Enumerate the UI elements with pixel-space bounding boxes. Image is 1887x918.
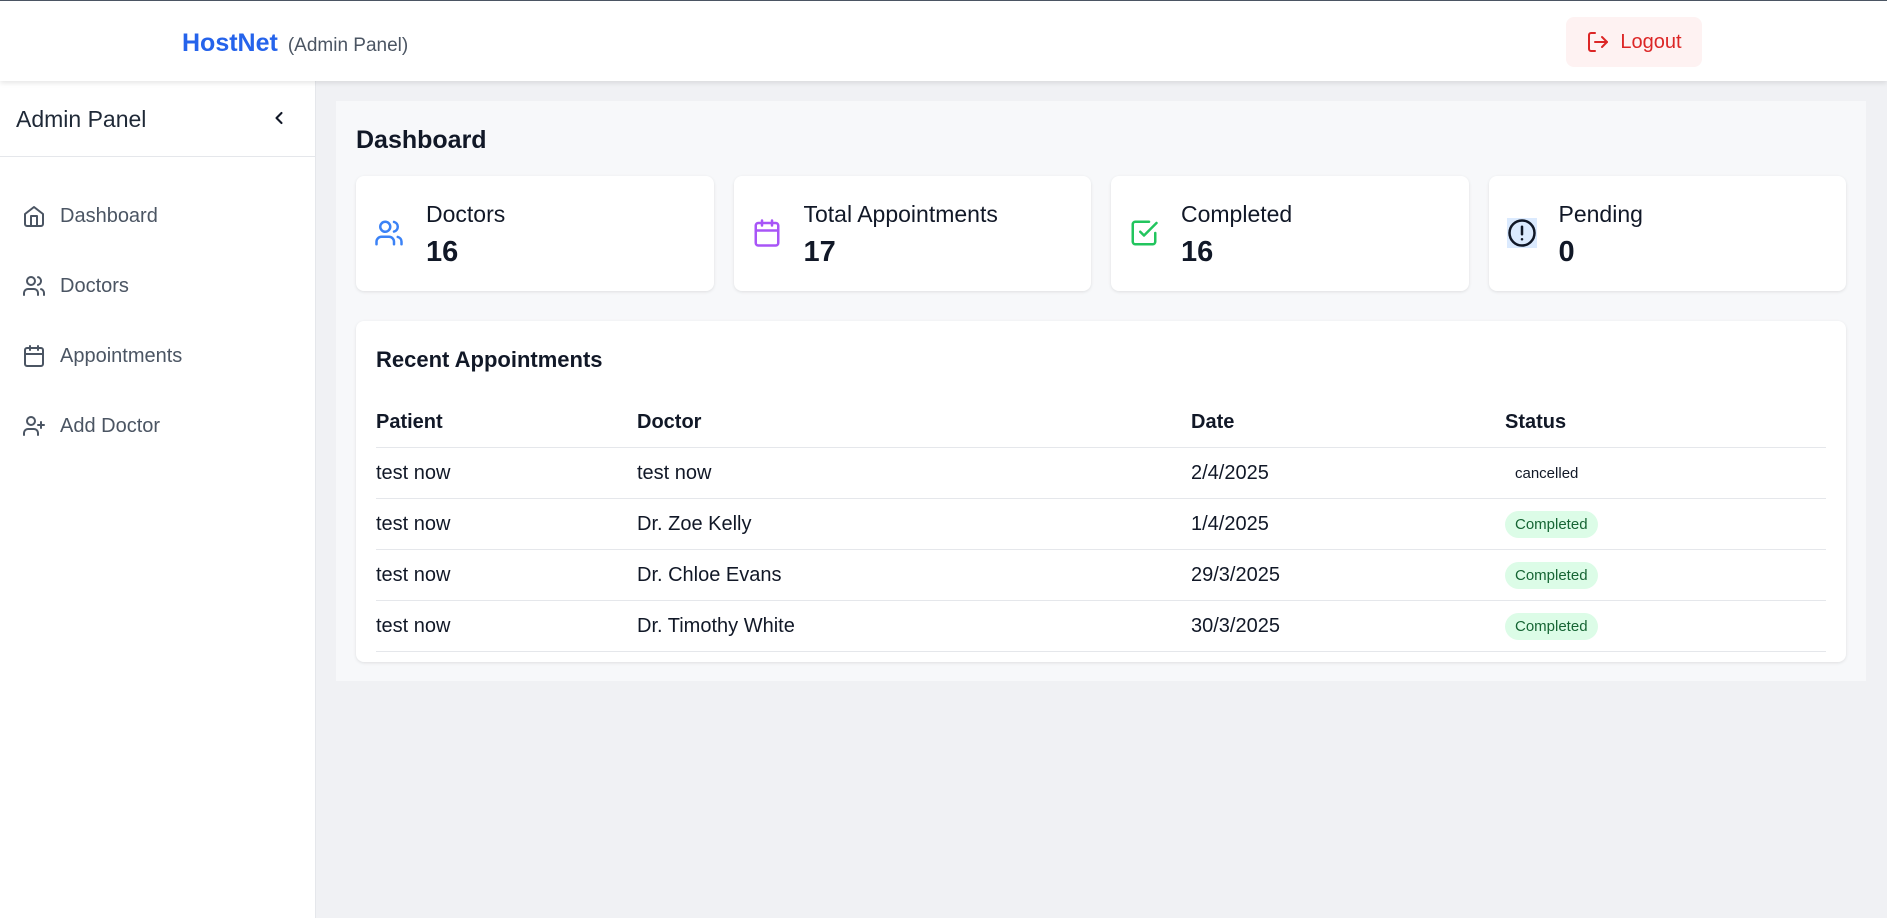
logout-label: Logout: [1620, 30, 1682, 53]
sidebar-item-dashboard[interactable]: Dashboard: [0, 193, 315, 239]
stat-label: Completed: [1181, 201, 1293, 227]
stat-value: 16: [1181, 236, 1214, 268]
cell-doctor: Dr. Timothy White: [637, 614, 795, 637]
sidebar-item-add-doctor[interactable]: Add Doctor: [0, 403, 315, 449]
sidebar-item-label: Add Doctor: [60, 414, 161, 437]
alert-circle-icon: [1506, 218, 1537, 248]
collapse-sidebar-button[interactable]: [266, 105, 292, 131]
cell-date: 29/3/2025: [1191, 563, 1280, 586]
cell-doctor: Dr. Chloe Evans: [637, 563, 782, 586]
status-badge: Completed: [1505, 612, 1598, 640]
logout-icon: [1588, 32, 1609, 52]
stat-card-doctors: Doctors 16: [356, 176, 714, 291]
table-row[interactable]: test now test now 2/4/2025 cancelled: [376, 448, 1826, 499]
recent-appointments-table: Patient Doctor Date Status test now test…: [376, 397, 1826, 652]
user-plus-icon: [23, 416, 45, 436]
stat-label: Pending: [1558, 201, 1643, 227]
calendar-icon: [754, 219, 779, 247]
cell-patient: test now: [376, 512, 451, 535]
stat-value: 16: [426, 236, 459, 268]
cell-patient: test now: [376, 461, 451, 484]
sidebar-item-label: Doctors: [60, 274, 129, 297]
recent-appointments-card: Recent Appointments Patient Doctor Date …: [356, 321, 1846, 662]
home-icon: [24, 206, 44, 227]
stat-card-completed: Completed 16: [1111, 176, 1469, 291]
cell-date: 1/4/2025: [1191, 512, 1269, 535]
table-row[interactable]: test now Dr. Zoe Kelly 1/4/2025 Complete…: [376, 499, 1826, 550]
column-header-doctor: Doctor: [637, 410, 702, 433]
table-header-row: Patient Doctor Date Status: [376, 397, 1826, 448]
page-title: Dashboard: [356, 126, 487, 154]
recent-appointments-title: Recent Appointments: [376, 347, 603, 372]
sidebar-item-label: Dashboard: [60, 204, 158, 227]
status-badge: Completed: [1505, 510, 1598, 538]
users-icon: [375, 220, 403, 246]
stat-label: Total Appointments: [803, 201, 998, 227]
sidebar-item-label: Appointments: [60, 344, 183, 367]
brand: HostNet (Admin Panel): [182, 29, 408, 58]
chevron-left-icon: [275, 111, 283, 125]
stat-value: 0: [1558, 236, 1575, 268]
table-row[interactable]: test now Dr. Timothy White 30/3/2025 Com…: [376, 601, 1826, 652]
brand-name[interactable]: HostNet: [182, 29, 278, 58]
stat-label: Doctors: [426, 201, 506, 227]
sidebar-title: Admin Panel: [16, 106, 147, 132]
brand-subtitle: (Admin Panel): [287, 35, 409, 56]
sidebar-header: Admin Panel: [0, 81, 315, 157]
cell-doctor: Dr. Zoe Kelly: [637, 512, 752, 535]
users-icon: [23, 276, 45, 296]
stat-card-total-appointments: Total Appointments 17: [733, 176, 1091, 291]
stat-card-pending: Pending 0: [1488, 176, 1846, 291]
cell-date: 2/4/2025: [1191, 461, 1269, 484]
sidebar-item-appointments[interactable]: Appointments: [0, 333, 315, 379]
top-bar: HostNet (Admin Panel) Logout: [0, 0, 1887, 81]
status-badge: Completed: [1505, 561, 1598, 589]
logout-button[interactable]: Logout: [1566, 17, 1702, 67]
status-badge: cancelled: [1515, 464, 1579, 482]
table-row[interactable]: test now Dr. Chloe Evans 29/3/2025 Compl…: [376, 550, 1826, 601]
stat-value: 17: [803, 236, 836, 268]
cell-patient: test now: [376, 563, 451, 586]
sidebar: Admin Panel Dashboard Doctors Appointmen…: [0, 81, 316, 918]
check-square-icon: [1131, 220, 1158, 246]
sidebar-nav: Dashboard Doctors Appointments Add Docto…: [0, 193, 315, 473]
calendar-icon: [24, 345, 44, 367]
cell-date: 30/3/2025: [1191, 614, 1280, 637]
cell-doctor: test now: [637, 461, 712, 484]
main-content: Dashboard Doctors 16 Total Appointments …: [336, 101, 1866, 681]
column-header-patient: Patient: [376, 410, 443, 433]
sidebar-item-doctors[interactable]: Doctors: [0, 263, 315, 309]
column-header-status: Status: [1505, 410, 1567, 433]
column-header-date: Date: [1191, 410, 1235, 433]
cell-patient: test now: [376, 614, 451, 637]
stats-row: Doctors 16 Total Appointments 17 Complet…: [356, 176, 1846, 291]
